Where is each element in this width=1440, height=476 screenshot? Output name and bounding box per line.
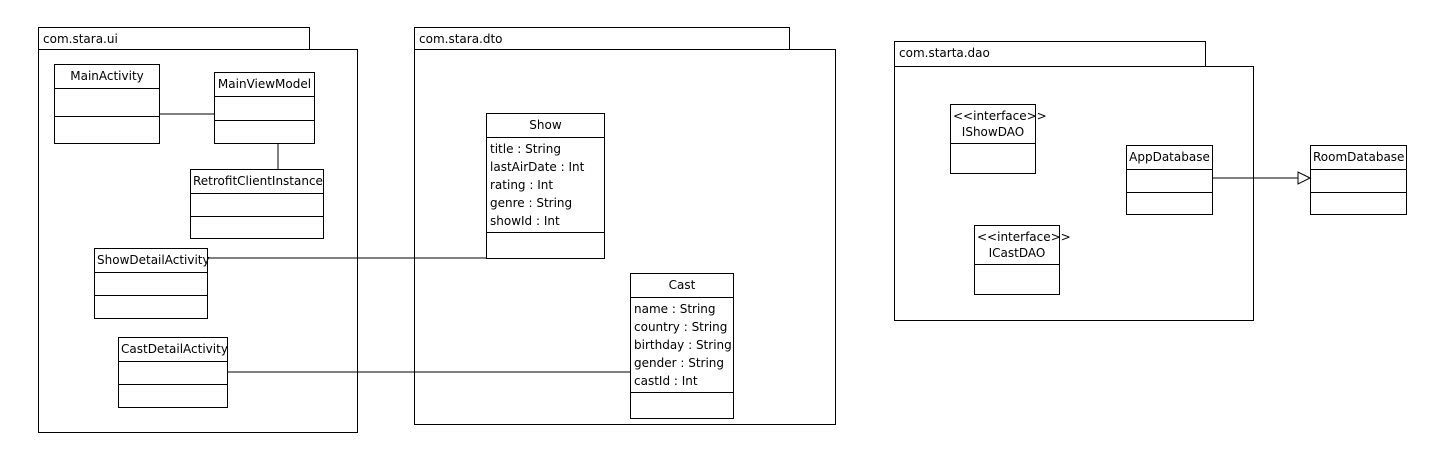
attributes-section xyxy=(1127,169,1212,192)
operations-section xyxy=(215,119,314,144)
attributes-section: name : String country : String birthday … xyxy=(631,297,733,392)
operations-section xyxy=(975,264,1059,294)
operations-section xyxy=(191,215,323,239)
class-name: ShowDetailActivity xyxy=(97,253,210,267)
class-show[interactable]: Show title : String lastAirDate : Int ra… xyxy=(486,113,605,259)
attribute: name : String xyxy=(634,302,716,316)
attribute: title : String xyxy=(490,142,561,156)
class-name: AppDatabase xyxy=(1129,150,1210,164)
class-name: MainActivity xyxy=(70,69,144,83)
attributes-section xyxy=(55,88,159,116)
generalization-arrowhead xyxy=(1297,171,1312,185)
class-room-database[interactable]: RoomDatabase xyxy=(1310,145,1407,215)
attributes-section xyxy=(119,361,227,384)
class-show-detail-activity[interactable]: ShowDetailActivity xyxy=(94,248,210,319)
attribute: country : String xyxy=(634,320,728,334)
attribute: genre : String xyxy=(490,196,573,210)
class-main-view-model[interactable]: MainViewModel xyxy=(214,72,315,144)
class-app-database[interactable]: AppDatabase xyxy=(1126,145,1213,215)
class-icast-dao[interactable]: <<interface>> ICastDAO xyxy=(974,225,1071,295)
class-name: IShowDAO xyxy=(961,125,1025,139)
class-header: <<interface>> IShowDAO xyxy=(951,105,1047,143)
attribute: castId : Int xyxy=(634,374,698,388)
attributes-section xyxy=(191,193,323,216)
attribute: gender : String xyxy=(634,356,725,370)
class-name: MainViewModel xyxy=(217,77,312,91)
class-name: Show xyxy=(529,118,562,132)
class-name: ICastDAO xyxy=(988,246,1046,260)
class-main-activity[interactable]: MainActivity xyxy=(54,64,160,144)
operations-section xyxy=(1311,191,1406,215)
operations-section xyxy=(631,392,733,418)
class-name: Cast xyxy=(668,278,696,292)
attribute: lastAirDate : Int xyxy=(490,160,585,174)
attributes-section: title : String lastAirDate : Int rating … xyxy=(487,137,604,232)
attributes-section xyxy=(1311,169,1406,192)
stereotype-label: <<interface>> xyxy=(953,109,1047,123)
class-name: CastDetailActivity xyxy=(121,342,228,356)
class-name: RoomDatabase xyxy=(1313,150,1405,164)
attribute: birthday : String xyxy=(634,338,732,352)
attribute: rating : Int xyxy=(490,178,554,192)
operations-section xyxy=(119,384,227,407)
operations-section xyxy=(95,295,207,318)
class-cast-detail-activity[interactable]: CastDetailActivity xyxy=(118,337,228,408)
stereotype-label: <<interface>> xyxy=(977,230,1071,244)
class-name: RetrofitClientInstance xyxy=(193,174,323,188)
attributes-section xyxy=(95,272,207,295)
operations-section xyxy=(1127,191,1212,215)
class-header: <<interface>> ICastDAO xyxy=(975,226,1071,264)
attribute: showId : Int xyxy=(490,214,560,228)
class-retrofit-client-instance[interactable]: RetrofitClientInstance xyxy=(190,169,324,239)
operations-section xyxy=(951,143,1035,173)
attributes-section xyxy=(215,96,314,120)
operations-section xyxy=(487,232,604,258)
operations-section xyxy=(55,115,159,144)
class-ishow-dao[interactable]: <<interface>> IShowDAO xyxy=(950,104,1047,174)
class-cast[interactable]: Cast name : String country : String birt… xyxy=(630,273,734,419)
